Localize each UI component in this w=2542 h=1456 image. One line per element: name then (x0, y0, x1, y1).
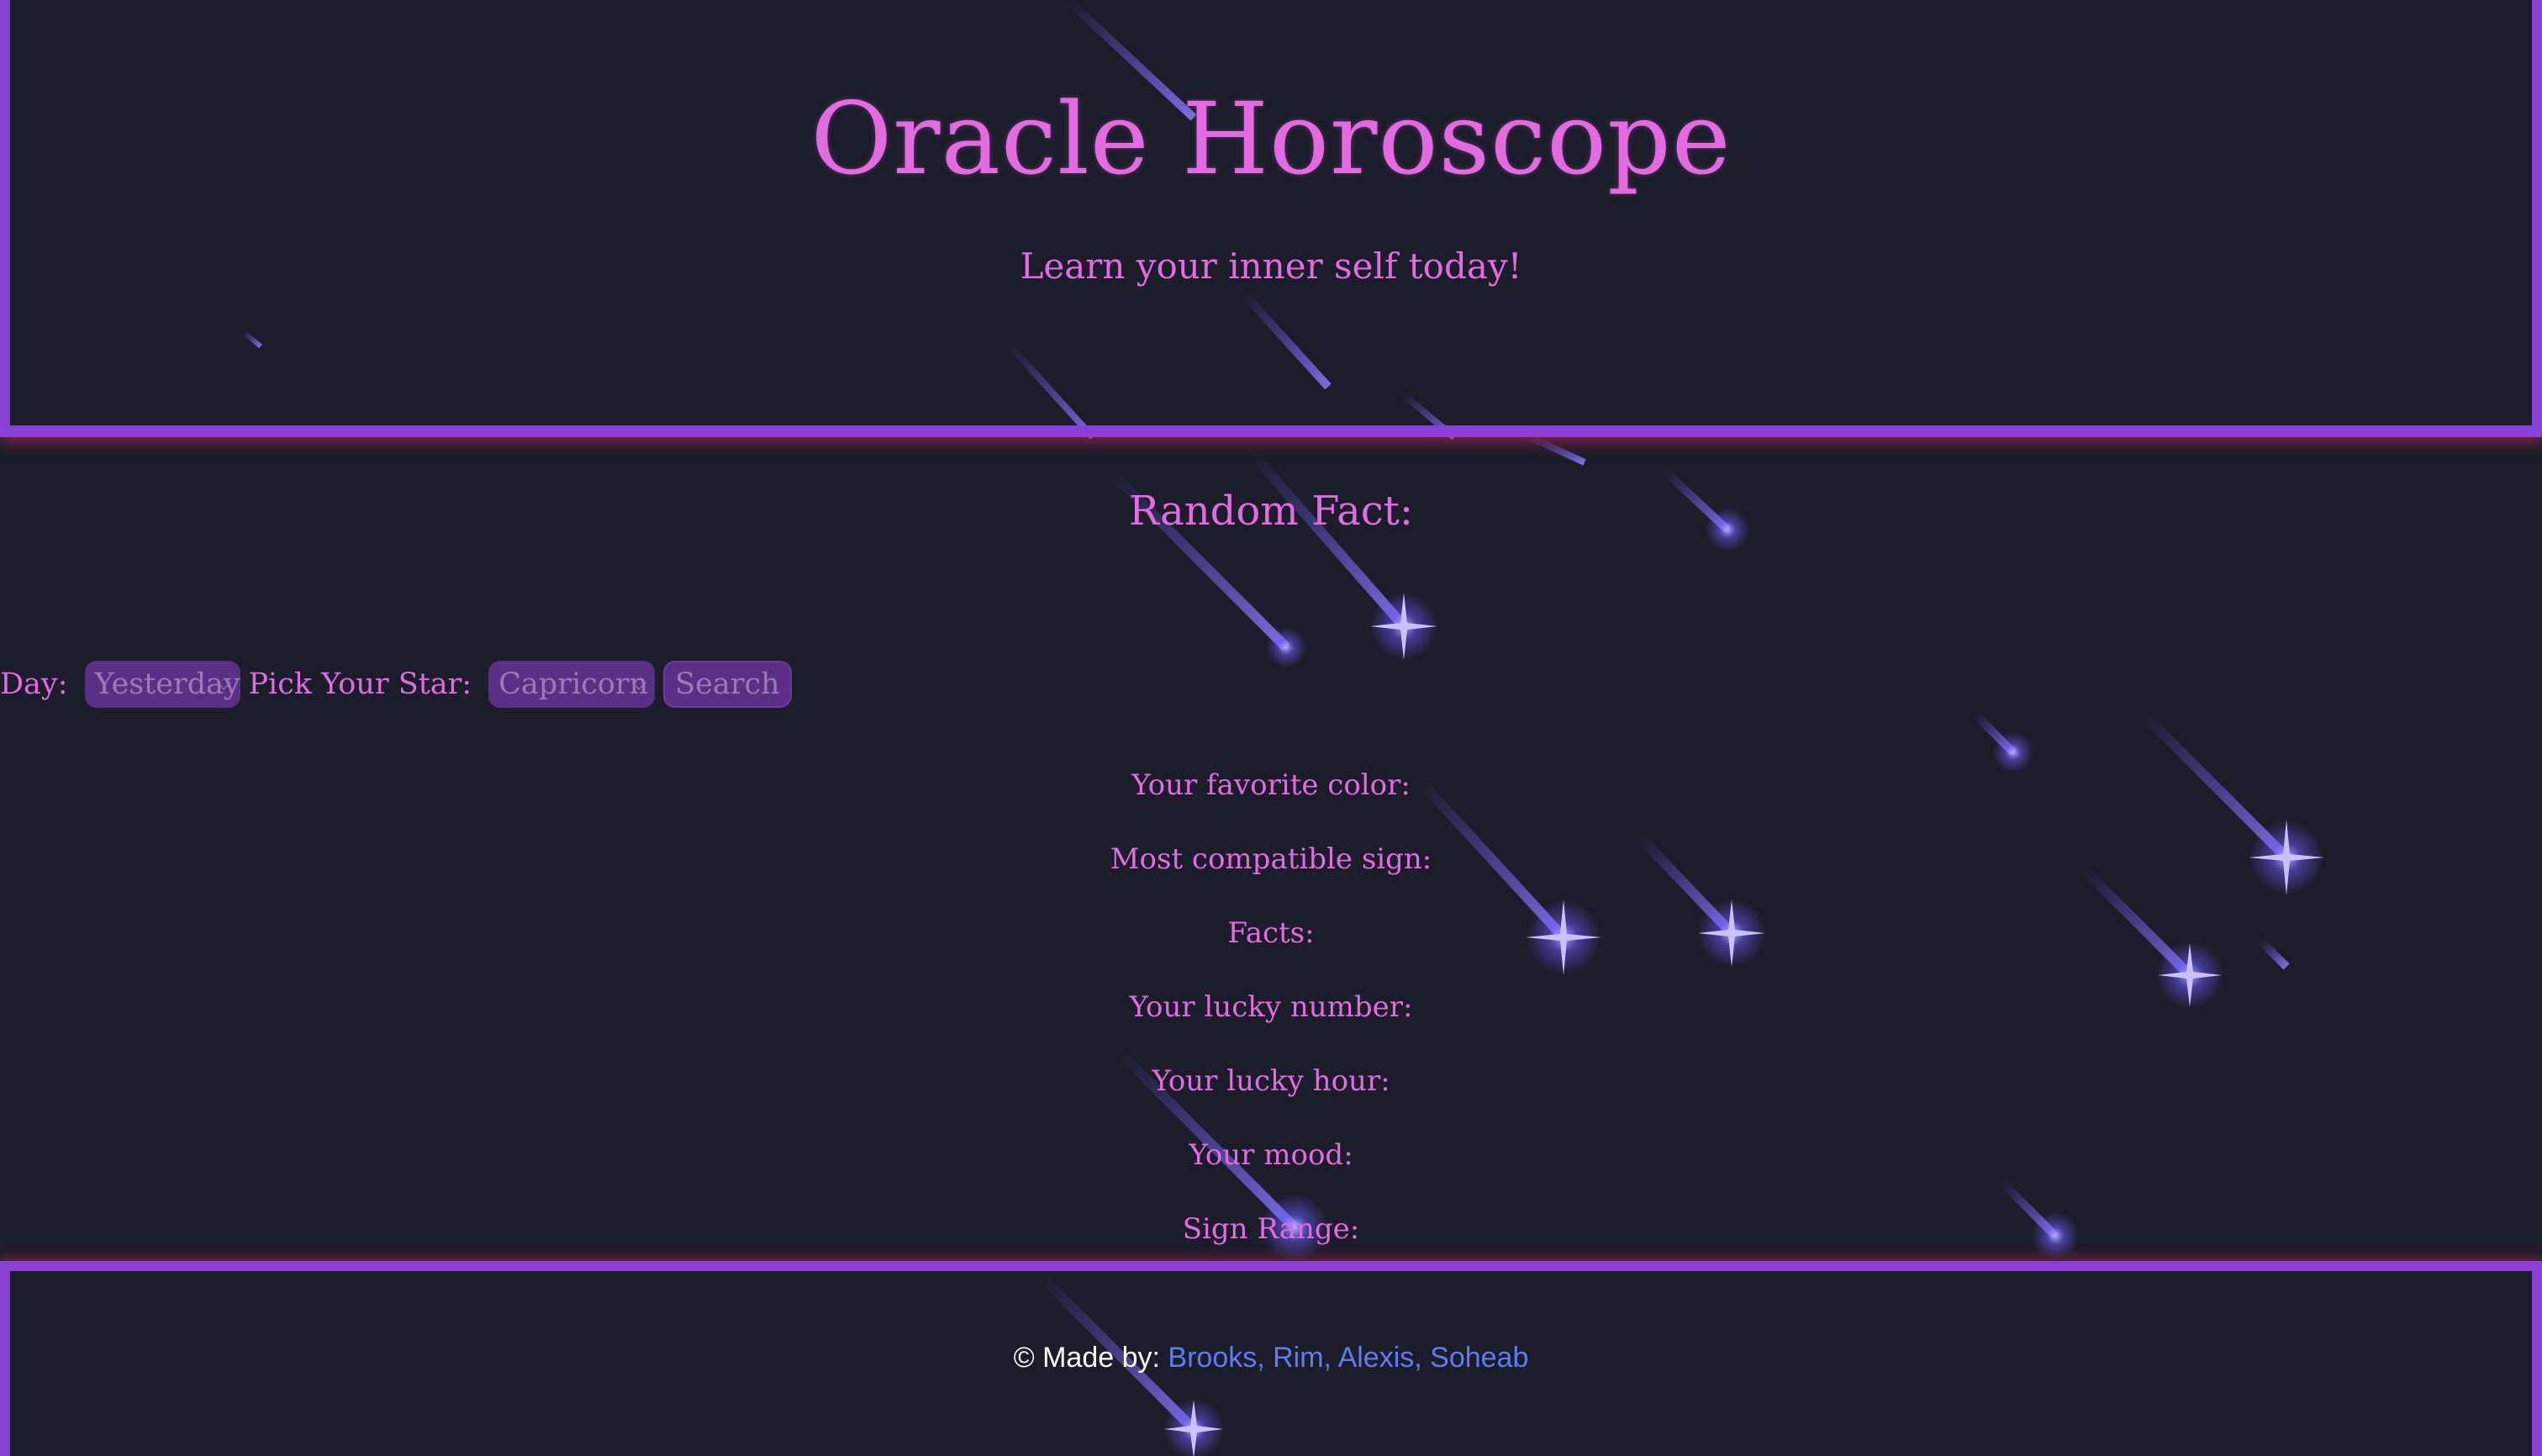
facts-label: Facts: (1227, 916, 1315, 950)
credits: © Made by: Brooks, Rim, Alexis, Soheab (10, 1342, 2532, 1374)
authors-link[interactable]: Brooks, Rim, Alexis, Soheab (1168, 1342, 1528, 1374)
main-content: Random Fact: Day: Yesterday ⌵ Pick Your … (0, 437, 2542, 1266)
search-button[interactable]: Search (663, 661, 792, 708)
sign-range-label: Sign Range: (1182, 1212, 1360, 1246)
lucky-number-label: Your lucky number: (1129, 990, 1413, 1024)
search-controls: Day: Yesterday ⌵ Pick Your Star: Caprico… (0, 661, 792, 708)
site-footer: © Made by: Brooks, Rim, Alexis, Soheab (0, 1261, 2542, 1456)
chevron-down-icon: ⌵ (216, 671, 232, 694)
chevron-down-icon: ⌵ (630, 671, 647, 694)
random-fact-heading: Random Fact: (1128, 488, 1414, 535)
page-title: Oracle Horoscope (810, 81, 1732, 197)
star-label: Pick Your Star: (248, 667, 472, 701)
tagline: Learn your inner self today! (1020, 245, 1522, 287)
compatible-sign-label: Most compatible sign: (1110, 842, 1432, 876)
star-select[interactable]: Capricorn ⌵ (488, 661, 656, 708)
site-header: Oracle Horoscope Learn your inner self t… (0, 0, 2542, 437)
credits-prefix: © Made by: (1013, 1342, 1168, 1374)
horoscope-results: Your favorite color: Most compatible sig… (0, 748, 2542, 1266)
star-select-value: Capricorn (498, 667, 649, 701)
day-label: Day: (0, 667, 68, 701)
mood-label: Your mood: (1189, 1138, 1353, 1172)
favorite-color-label: Your favorite color: (1131, 768, 1411, 802)
day-select[interactable]: Yesterday ⌵ (84, 661, 240, 708)
lucky-hour-label: Your lucky hour: (1152, 1064, 1390, 1098)
